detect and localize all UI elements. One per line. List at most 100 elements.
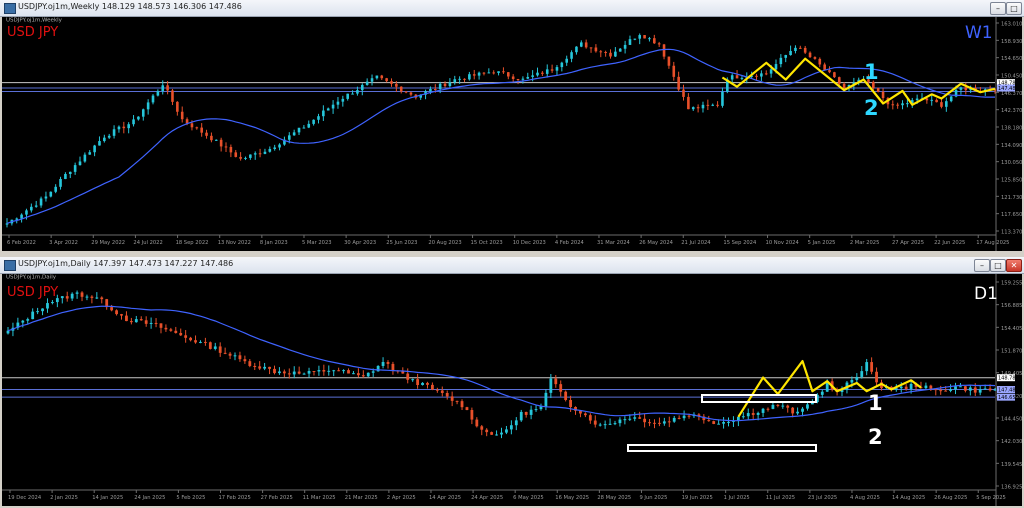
price-tick-label: 163.010 [1001,22,1022,28]
maximize-button[interactable]: □ [1006,2,1022,15]
candle-bull [112,129,116,136]
price-tick-label: 154.650 [1001,56,1022,62]
candle-bull [539,406,543,410]
candle-bull [41,308,44,312]
minimize-button[interactable]: – [974,259,990,272]
candle-bull [107,135,111,138]
time-tick-label: 23 Jul 2025 [808,495,837,501]
symbol-label: USD JPY [7,25,58,40]
candle-bull [68,171,72,175]
candle-bull [161,85,165,92]
daily-window-titlebar[interactable]: USDJPY.oj1m,Daily 147.397 147.473 147.22… [0,257,1024,274]
candle-bull [801,408,804,412]
candle-bull [381,362,385,366]
candle-bear [583,413,587,416]
candle-bull [945,101,948,107]
candle-bear [205,132,208,136]
candle-bull [322,110,325,117]
candle-bear [159,323,163,328]
candle-bull [648,38,651,40]
candle-bull [268,148,272,152]
candle-bear [929,385,933,389]
candle-bull [85,296,89,298]
weekly-chart-window: USDJPY.oj1m,Weekly 148.129 148.573 146.3… [0,0,1024,254]
candle-bear [110,307,114,311]
candle-bull [278,371,281,374]
candle-bull [70,293,74,299]
time-tick-label: 14 Jan 2025 [92,495,123,501]
candle-bull [906,103,909,105]
price-tick-label: 121.730 [1001,195,1022,201]
candle-bull [549,378,553,393]
candle-bear [219,139,223,147]
candle-bear [268,366,271,369]
candle-bull [628,418,632,420]
price-tick-label: 130.050 [1001,160,1022,166]
candle-bull [287,135,291,140]
candle-bear [234,152,238,157]
candle-bull [529,409,533,415]
maximize-button[interactable]: □ [990,259,1006,272]
weekly-window-titlebar[interactable]: USDJPY.oj1m,Weekly 148.129 148.573 146.3… [0,0,1024,17]
candle-bull [495,434,498,436]
candle-bull [21,320,25,323]
candle-bull [623,419,627,421]
candle-bull [64,174,67,179]
minimize-button[interactable]: – [990,2,1006,15]
candle-bull [83,154,87,162]
price-tick-label: 134.090 [1001,143,1022,149]
candle-bear [154,322,158,324]
candle-bull [98,141,101,146]
candle-bear [190,123,194,128]
candle-bull [545,69,549,74]
chart-window-icon [4,3,16,14]
candle-bull [526,76,530,79]
time-tick-label: 16 May 2025 [555,495,589,501]
candle-bull [307,371,311,374]
candle-bear [588,415,592,421]
weekly-chart-area[interactable]: 163.010 158.930 154.650 150.450 146.370 142.3… [2,17,1022,251]
candle-bear [828,70,831,73]
time-tick-label: 2 Jan 2025 [50,495,78,501]
candle-bull [352,373,355,375]
candle-bull [761,408,765,413]
candle-bull [701,104,705,109]
candle-bull [544,392,548,407]
candle-bull [411,379,415,381]
price-tick-label: 125.850 [1001,178,1022,184]
candle-bear [833,72,836,78]
candle-bull [297,127,301,133]
daily-chart-area[interactable]: 159.255156.885154.405151.870149.405146.8… [2,274,1022,506]
candle-bear [164,327,168,330]
candle-bull [722,422,725,424]
candle-bear [564,391,568,401]
candle-bear [881,91,885,99]
candle-bull [968,387,972,391]
candle-bear [115,310,118,315]
price-tick-label: 139.545 [1001,462,1022,468]
time-tick-label: 14 Aug 2025 [892,495,925,501]
candle-bear [643,35,646,39]
candle-bull [59,178,62,187]
weekly-candlestick-chart[interactable]: 163.010158.930154.650150.450146.370142.3… [2,17,1022,251]
time-tick-label: 11 Mar 2025 [303,495,336,501]
time-tick-label: 28 May 2025 [597,495,631,501]
candle-bull [779,57,783,65]
price-tag-label: 148.780 [998,376,1019,382]
candle-bull [51,302,54,304]
candle-bull [249,154,252,158]
time-tick-label: 21 Jul 2024 [681,240,711,246]
price-tick-label: 142.370 [1001,108,1022,114]
candle-bull [721,91,724,106]
candle-bear [786,405,790,408]
candle-bull [244,157,247,159]
time-tick-label: 9 Jun 2025 [639,495,667,501]
candle-bull [448,82,452,87]
candle-bull [727,421,730,423]
candle-bear [638,417,642,419]
close-button[interactable]: ✕ [1006,259,1022,272]
candle-bull [603,424,607,426]
daily-candlestick-chart[interactable]: 159.255156.885154.405151.870149.405146.8… [2,274,1022,506]
candle-bull [88,152,92,155]
candle-bear [223,352,227,354]
